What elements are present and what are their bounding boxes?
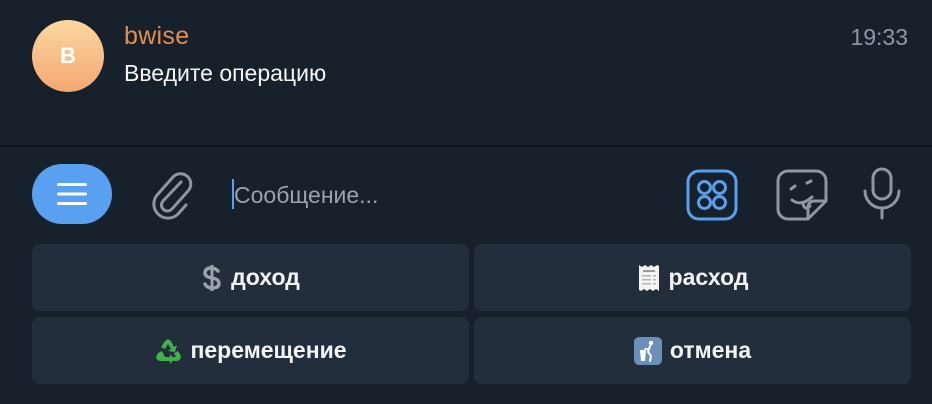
- bot-keyboard-button[interactable]: [686, 169, 738, 221]
- keyboard-grid-icon: [686, 169, 738, 221]
- attach-button[interactable]: [146, 167, 198, 221]
- avatar-letter: B: [60, 43, 76, 68]
- message-row: B bwise Введите операцию 19:33: [0, 0, 932, 145]
- voice-button[interactable]: [858, 165, 906, 223]
- keyboard-button-label: перемещение: [190, 337, 347, 363]
- menu-icon: [57, 183, 87, 205]
- keyboard-button-label: расход: [668, 264, 749, 290]
- dollar-icon: [201, 264, 223, 292]
- sticker-icon: [776, 169, 828, 221]
- message-time: 19:33: [850, 24, 908, 50]
- keyboard-button-transfer[interactable]: перемещение: [32, 317, 469, 384]
- paperclip-icon: [152, 172, 193, 220]
- sender-name[interactable]: bwise: [124, 22, 189, 51]
- keyboard-button-expense[interactable]: расход: [474, 244, 911, 311]
- message-text: Введите операцию: [124, 60, 327, 86]
- keyboard-button-label: отмена: [669, 337, 752, 363]
- receipt-icon: [637, 263, 661, 293]
- trash-icon: [633, 336, 662, 365]
- composer: доход расход перемещение: [0, 147, 932, 404]
- keyboard-button-income[interactable]: доход: [32, 244, 469, 311]
- message-input[interactable]: [232, 175, 664, 215]
- keyboard-button-label: доход: [231, 264, 300, 290]
- menu-button[interactable]: [32, 164, 112, 224]
- avatar[interactable]: B: [32, 20, 104, 92]
- microphone-icon: [863, 167, 901, 220]
- text-caret: [232, 179, 234, 209]
- recycle-icon: [154, 337, 182, 365]
- keyboard-button-cancel[interactable]: отмена: [474, 317, 911, 384]
- sticker-button[interactable]: [774, 167, 830, 223]
